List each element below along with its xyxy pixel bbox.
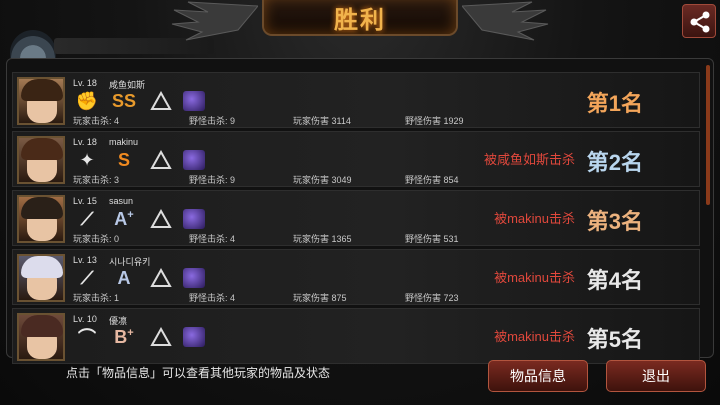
weapon-icon: ✦ [79,149,95,170]
player-name: sasun [109,196,134,206]
player-kills: 玩家击杀: 4 [73,116,120,126]
grade-badge: SS [109,91,139,112]
monster-kills: 野怪击杀: 9 [189,175,236,185]
pet-icon [183,268,205,288]
player-level: Lv. 15 [73,196,97,206]
right-wing-ornament [462,1,549,41]
player-row[interactable]: Lv. 18 咸鱼如斯 ✊ SS 玩家击杀: 4 野怪击杀: 9 玩家伤害 31… [12,72,700,128]
player-damage: 玩家伤害 3049 [293,175,352,185]
rank-tier-icon [149,267,173,289]
avatar-hair [21,315,63,337]
rank-label: 第5名 [586,327,643,352]
player-level: Lv. 18 [73,137,97,147]
scrollbar[interactable] [706,65,710,205]
monster-kills: 野怪击杀: 9 [189,116,236,126]
grade-letter: S [117,149,130,170]
killed-by-label: 被makinu击杀 [494,211,575,226]
title-plate: 胜利 [262,0,458,36]
avatar-hair [21,79,63,101]
grade-letter: A [114,208,128,229]
pet-icon [183,209,205,229]
weapon-icon: ⌒ [78,328,96,348]
grade-badge: A+ [109,209,139,230]
grade-letter: A [117,267,131,288]
pet-icon [183,150,205,170]
player-avatar[interactable] [17,254,65,302]
rank-tier-icon [149,208,173,230]
item-info-button[interactable]: 物品信息 [488,360,588,392]
weapon-icon: ⟋ [80,267,94,288]
grade-plus: + [127,326,134,339]
rank-tier-icon [149,149,173,171]
monster-kills: 野怪击杀: 4 [189,234,236,244]
player-row[interactable]: Lv. 15 sasun ⟋ A+ 玩家击杀: 0 野怪击杀: 4 玩家伤害 1… [12,190,700,246]
player-row[interactable]: Lv. 18 makinu ✦ S 玩家击杀: 3 野怪击杀: 9 玩家伤害 3… [12,131,700,187]
player-badges: ✦ S [75,149,205,171]
player-damage: 玩家伤害 1365 [293,234,352,244]
exit-button[interactable]: 退出 [606,360,706,392]
grade-badge: S [109,150,139,171]
monster-damage: 野怪伤害 854 [405,175,459,185]
rank-label: 第4名 [586,268,643,293]
grade-letter: B [114,326,128,347]
player-row[interactable]: Lv. 13 시나디유키 ⟋ A 玩家击杀: 1 野怪击杀: 4 玩家伤害 87… [12,249,700,305]
player-damage: 玩家伤害 875 [293,293,347,303]
avatar-hair [21,256,63,278]
header: 胜利 [0,0,720,58]
rank-label: 第1名 [586,91,643,116]
footer-hint: 点击「物品信息」可以查看其他玩家的物品及状态 [66,366,331,380]
player-kills: 玩家击杀: 3 [73,175,120,185]
player-damage: 玩家伤害 3114 [293,116,351,126]
player-badges: ✊ SS [75,90,205,112]
avatar-hair [21,138,63,160]
rank-label: 第3名 [586,209,643,234]
player-avatar[interactable] [17,313,65,361]
monster-damage: 野怪伤害 723 [405,293,459,303]
killed-by-label: 被makinu击杀 [494,270,575,285]
player-badges: ⟋ A [75,267,205,289]
share-icon [690,11,710,33]
grade-plus: + [127,208,134,221]
rank-tier-icon [149,326,173,348]
player-avatar[interactable] [17,77,65,125]
killed-by-label: 被咸鱼如斯击杀 [483,152,575,167]
player-name: makinu [109,137,139,147]
player-avatar[interactable] [17,195,65,243]
player-kills: 玩家击杀: 0 [73,234,120,244]
page-title: 胜利 [334,7,386,34]
pet-icon [183,91,205,111]
player-kills: 玩家击杀: 1 [73,293,120,303]
avatar-hair [21,197,63,219]
weapon-icon: ✊ [75,90,99,111]
player-badges: ⟋ A+ [75,208,205,230]
team-emblem-icon [10,30,56,58]
player-badges: ⌒ B+ [75,326,205,348]
grade-badge: A [109,268,139,289]
monster-damage: 野怪伤害 1929 [405,116,464,126]
grade-letter: SS [111,90,136,111]
player-row[interactable]: Lv. 10 優凛 ⌒ B+ 被makinu击杀 第5名 [12,308,700,364]
player-level: Lv. 10 [73,314,97,324]
left-wing-ornament [171,1,258,41]
player-level: Lv. 18 [73,78,97,88]
rank-label: 第2名 [586,150,643,175]
grade-badge: B+ [109,327,139,348]
player-avatar[interactable] [17,136,65,184]
monster-damage: 野怪伤害 531 [405,234,459,244]
player-level: Lv. 13 [73,255,97,265]
share-button[interactable] [682,4,716,38]
rank-tier-icon [149,90,173,112]
monster-kills: 野怪击杀: 4 [189,293,236,303]
killed-by-label: 被makinu击杀 [494,329,575,344]
pet-icon [183,327,205,347]
weapon-icon: ⟋ [80,208,94,229]
